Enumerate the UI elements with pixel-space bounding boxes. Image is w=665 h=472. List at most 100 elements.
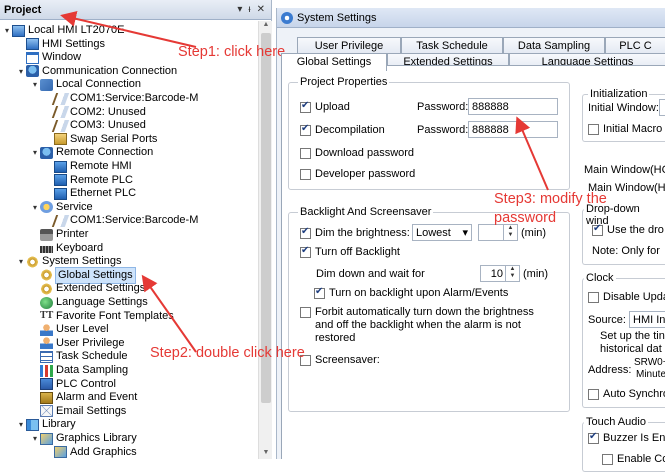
turn-off-backlight-label: Turn off Backlight (315, 246, 400, 258)
tab-task-schedule[interactable]: Task Schedule (401, 37, 503, 54)
dim-brightness-select[interactable]: Lowest ▾ (412, 224, 472, 241)
initial-macro-checkbox[interactable]: Initial Macro (588, 123, 662, 135)
decompilation-checkbox[interactable]: Decompilation (300, 123, 385, 136)
download-password-checkbox[interactable]: Download password (300, 147, 414, 159)
clock-source-label: Source: (588, 314, 626, 326)
dim-down-unit: (min) (523, 268, 549, 280)
dim-brightness-checkbox-box[interactable] (300, 226, 311, 239)
expand-arrow-icon[interactable]: ▾ (30, 431, 40, 446)
use-dropdown-checkbox-box[interactable] (592, 223, 603, 236)
tree-scrollbar[interactable]: ▲ ▼ (258, 21, 272, 459)
dim-brightness-spinner[interactable]: ▲ ▼ (478, 224, 518, 241)
main-window-title: Main Window(HC (584, 164, 665, 176)
enable-co-checkbox-box[interactable] (602, 453, 613, 465)
network-icon (26, 65, 39, 78)
tab-plc-control[interactable]: PLC C (605, 37, 665, 54)
download-password-label: Download password (315, 147, 415, 159)
expand-arrow-icon[interactable]: ▾ (16, 254, 26, 269)
forbit-checkbox-box[interactable] (300, 307, 311, 318)
forbit-checkbox[interactable]: Forbit automatically turn down the brigh… (300, 306, 547, 345)
disable-update-checkbox[interactable]: Disable Upda (588, 291, 665, 303)
developer-password-checkbox[interactable]: Developer password (300, 168, 415, 180)
upload-checkbox[interactable]: Upload (300, 100, 350, 113)
dim-brightness-checkbox[interactable]: Dim the brightness: (300, 226, 410, 239)
chevron-down-icon: ▾ (462, 227, 468, 239)
email-icon (40, 405, 53, 418)
initial-macro-checkbox-box[interactable] (588, 123, 599, 135)
enable-co-checkbox[interactable]: Enable Co (602, 453, 665, 465)
alarm-backlight-checkbox-box[interactable] (314, 286, 325, 299)
tree-item[interactable]: Add Graphics (44, 445, 137, 459)
upload-password-input[interactable] (468, 98, 558, 115)
gear-icon (26, 255, 39, 268)
scroll-down-arrow-icon[interactable]: ▼ (259, 449, 273, 459)
system-settings-title: System Settings (297, 11, 377, 24)
pin-icon[interactable]: ᵻ (248, 4, 250, 15)
plug-icon (40, 78, 53, 91)
decompilation-password-input[interactable] (468, 121, 558, 138)
settings-tabs: User Privilege Task Schedule Data Sampli… (277, 28, 665, 71)
upload-checkbox-box[interactable] (300, 100, 311, 113)
tree-item-label: Add Graphics (70, 445, 137, 458)
project-panel-header-buttons: ▾ ᵻ ✕ (237, 4, 271, 15)
spinner-arrows-icon[interactable]: ▲ ▼ (505, 266, 519, 281)
expand-arrow-icon[interactable]: ▾ (30, 77, 40, 92)
project-panel-header: Project ▾ ᵻ ✕ (0, 0, 271, 20)
dim-down-spinner[interactable]: 10 ▲ ▼ (480, 265, 520, 282)
graphics-icon (40, 432, 53, 445)
com-port-icon (51, 119, 70, 132)
buzzer-checkbox-box[interactable] (588, 431, 599, 444)
auto-sync-checkbox-box[interactable] (588, 388, 599, 400)
scroll-up-arrow-icon[interactable]: ▲ (259, 21, 273, 31)
expand-arrow-icon[interactable]: ▾ (30, 145, 40, 160)
service-icon (40, 201, 53, 214)
download-password-checkbox-box[interactable] (300, 147, 311, 159)
gear-icon (40, 269, 53, 282)
printer-icon (40, 228, 53, 241)
expand-arrow-icon[interactable]: ▾ (16, 64, 26, 79)
buzzer-label: Buzzer Is Ena (603, 432, 665, 444)
touch-audio-title: Touch Audio (584, 416, 648, 428)
alarm-backlight-checkbox[interactable]: Turn on backlight upon Alarm/Events (314, 286, 508, 299)
tab-user-privilege[interactable]: User Privilege (297, 37, 401, 54)
tab-data-sampling[interactable]: Data Sampling (503, 37, 605, 54)
system-settings-titlebar: System Settings (277, 8, 665, 28)
remote-icon (54, 160, 67, 173)
global-settings-tab-body: Project Properties Upload Password: Deco… (281, 65, 665, 472)
use-dropdown-checkbox[interactable]: Use the dro (592, 223, 664, 236)
initial-window-select[interactable] (659, 99, 665, 116)
expand-arrow-icon[interactable]: ▾ (30, 200, 40, 215)
user-icon (40, 323, 53, 336)
screen-icon (26, 38, 39, 51)
clock-address-label: Address: (588, 364, 632, 376)
close-icon[interactable]: ✕ (257, 4, 265, 15)
library-icon (26, 418, 39, 431)
window-icon (26, 51, 39, 64)
disable-update-checkbox-box[interactable] (588, 291, 599, 303)
upload-label: Upload (315, 101, 350, 113)
project-panel-title: Project (4, 3, 42, 16)
spinner-arrows-icon[interactable]: ▲ ▼ (503, 225, 517, 240)
clock-title: Clock (584, 272, 616, 284)
turn-off-backlight-checkbox-box[interactable] (300, 245, 311, 258)
buzzer-checkbox[interactable]: Buzzer Is Ena (588, 431, 665, 444)
auto-sync-checkbox[interactable]: Auto Synchror (588, 388, 665, 400)
auto-sync-label: Auto Synchror (603, 388, 665, 400)
project-properties-title: Project Properties (298, 76, 390, 88)
screensaver-checkbox[interactable]: Screensaver: (300, 354, 380, 366)
developer-password-checkbox-box[interactable] (300, 168, 311, 180)
expand-arrow-icon[interactable]: ▾ (2, 23, 12, 38)
tree-item-label: COM1:Service:Barcode-M (70, 214, 199, 227)
plc-icon (40, 378, 53, 391)
com-port-icon (51, 92, 70, 105)
turn-off-backlight-checkbox[interactable]: Turn off Backlight (300, 245, 400, 258)
decompilation-password-label: Password: (417, 124, 469, 136)
tab-global-settings[interactable]: Global Settings (281, 53, 387, 71)
dropdown-icon[interactable]: ▾ (237, 4, 242, 15)
clock-source-select[interactable]: HMI In (629, 311, 665, 328)
expand-arrow-icon[interactable]: ▾ (16, 417, 26, 432)
font-icon: TT (40, 310, 54, 322)
disable-update-label: Disable Upda (603, 291, 665, 303)
decompilation-checkbox-box[interactable] (300, 123, 311, 136)
remote-icon (54, 187, 67, 200)
